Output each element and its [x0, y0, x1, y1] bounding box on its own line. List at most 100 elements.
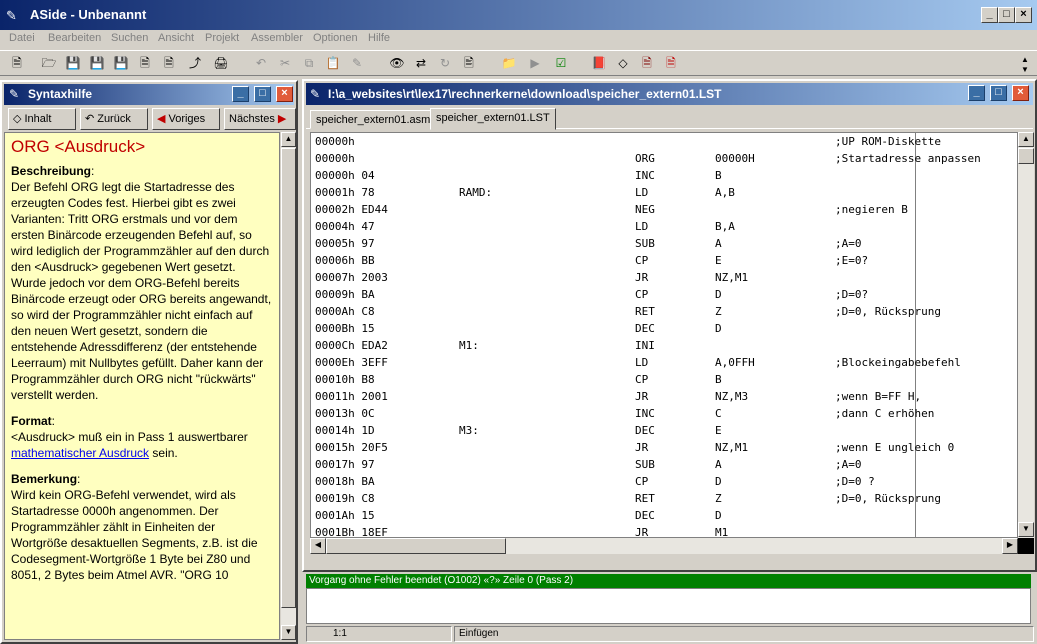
editor-scroll-up-icon[interactable]: ▲ — [1018, 132, 1034, 147]
menu-ansicht[interactable]: Ansicht — [158, 32, 194, 44]
code-line[interactable]: 00000h 04 INC B — [311, 167, 1017, 184]
code-line[interactable]: 0001Ah 15 DEC D — [311, 507, 1017, 524]
goto-icon[interactable]: 🖹 — [460, 54, 478, 72]
editor-minimize-button[interactable]: _ — [968, 85, 985, 101]
help-minimize-button[interactable]: _ — [232, 86, 249, 102]
editor-scroll-thumb[interactable] — [1018, 148, 1034, 164]
editor-vertical-scrollbar[interactable]: ▲ ▼ — [1018, 132, 1034, 538]
print-icon[interactable]: 🖨 — [212, 54, 230, 72]
assemble-icon[interactable]: 📁 — [500, 54, 518, 72]
math-expression-link[interactable]: mathematischer Ausdruck — [11, 446, 149, 460]
export-icon[interactable]: ⤴ — [186, 54, 204, 72]
undo-icon[interactable]: ↶ — [252, 54, 270, 72]
help-topic-icon[interactable]: 🗎 — [638, 54, 656, 72]
output-area[interactable] — [306, 588, 1031, 624]
editor-scroll-right-icon[interactable]: ▶ — [1002, 538, 1018, 554]
voriges-button[interactable]: ◀ Voriges — [152, 108, 220, 130]
inhalt-label: Inhalt — [24, 113, 52, 125]
line-operand: NZ,M3 — [715, 390, 749, 403]
bemerkung-label: Bemerkung — [11, 472, 78, 486]
editor-maximize-button[interactable]: □ — [990, 85, 1007, 101]
editor-hscroll-thumb[interactable] — [326, 538, 506, 554]
code-line[interactable]: 00019h C8 RET Z ;D=0, Rücksprung — [311, 490, 1017, 507]
output-message: Vorgang ohne Fehler beendet (O1002) «?» … — [306, 574, 1031, 588]
editor-scroll-down-icon[interactable]: ▼ — [1018, 522, 1034, 537]
paste-icon[interactable]: 📋 — [324, 54, 342, 72]
status-bar: 1:1 Einfügen — [306, 624, 1037, 644]
code-line[interactable]: 00011h 2001 JR NZ,M3 ;wenn B=FF H, — [311, 388, 1017, 405]
help-maximize-button[interactable]: □ — [254, 86, 271, 102]
tab-asm[interactable]: speicher_extern01.asm — [310, 110, 437, 129]
code-line[interactable]: 0000Bh 15 DEC D — [311, 320, 1017, 337]
code-editor[interactable]: 00000h ;UP ROM-Diskette 00000h ORG 00000H ;St… — [310, 132, 1018, 538]
menu-datei[interactable]: Datei — [9, 32, 35, 44]
code-line[interactable]: 00017h 97 SUB A ;A=0 — [311, 456, 1017, 473]
code-line[interactable]: 00007h 2003 JR NZ,M1 — [311, 269, 1017, 286]
close-file-icon[interactable]: 🗎 — [136, 54, 154, 72]
find-next-icon[interactable]: ↻ — [436, 54, 454, 72]
code-line[interactable]: 00015h 20F5 JR NZ,M1 ;wenn E ungleich 0 — [311, 439, 1017, 456]
maximize-button[interactable]: □ — [998, 7, 1015, 23]
help-close-button[interactable]: × — [276, 86, 293, 102]
open-file-icon[interactable]: 🗁 — [40, 54, 58, 72]
close-all-icon[interactable]: 🗎 — [160, 54, 178, 72]
find-icon[interactable]: 👁 — [388, 54, 406, 72]
scroll-down-icon[interactable]: ▼ — [281, 625, 296, 640]
editor-horizontal-scrollbar[interactable]: ◀ ▶ — [310, 538, 1018, 554]
code-line[interactable]: 00005h 97 SUB A ;A=0 — [311, 235, 1017, 252]
code-line[interactable]: 00002h ED44 NEG ;negieren B — [311, 201, 1017, 218]
menu-projekt[interactable]: Projekt — [205, 32, 239, 44]
replace-icon[interactable]: ⇄ — [412, 54, 430, 72]
close-button[interactable]: × — [1015, 7, 1032, 23]
tab-lst[interactable]: speicher_extern01.LST — [430, 108, 556, 130]
menu-optionen[interactable]: Optionen — [313, 32, 358, 44]
zurueck-button[interactable]: ↶ Zurück — [80, 108, 148, 130]
edit-icon[interactable]: ✎ — [348, 54, 366, 72]
scroll-up-icon[interactable]: ▲ — [281, 132, 296, 147]
code-line[interactable]: 00018h BA CP D ;D=0 ? — [311, 473, 1017, 490]
code-line[interactable]: 00014h 1D M3: DEC E — [311, 422, 1017, 439]
code-line[interactable]: 00013h 0C INC C ;dann C erhöhen — [311, 405, 1017, 422]
beschreibung-text: Der Befehl ORG legt die Startadresse des… — [11, 180, 272, 402]
cursor-position: 1:1 — [306, 626, 452, 642]
code-line[interactable]: 0000Ah C8 RET Z ;D=0, Rücksprung — [311, 303, 1017, 320]
editor-scroll-left-icon[interactable]: ◀ — [310, 538, 326, 554]
save-all-icon[interactable]: 💾 — [88, 54, 106, 72]
save-as-icon[interactable]: 💾 — [112, 54, 130, 72]
code-line[interactable]: 00000h ;UP ROM-Diskette — [311, 133, 1017, 150]
help-icon[interactable]: ◇ — [614, 54, 632, 72]
code-line[interactable]: 00006h BB CP E ;E=0? — [311, 252, 1017, 269]
help-scroll-thumb[interactable] — [281, 148, 296, 608]
code-line[interactable]: 0000Ch EDA2 M1: INI — [311, 337, 1017, 354]
editor-close-button[interactable]: × — [1012, 85, 1029, 101]
cut-icon[interactable]: ✂ — [276, 54, 294, 72]
book-icon[interactable]: 📕 — [590, 54, 608, 72]
naechstes-button[interactable]: Nächstes ▶ — [224, 108, 296, 130]
syntax-help-title: Syntaxhilfe — [28, 87, 93, 101]
run-icon[interactable]: ▶ — [526, 54, 544, 72]
menu-assembler[interactable]: Assembler — [251, 32, 303, 44]
check-icon[interactable]: ☑ — [552, 54, 570, 72]
code-line[interactable]: 00009h BA CP D ;D=0? — [311, 286, 1017, 303]
menu-hilfe[interactable]: Hilfe — [368, 32, 390, 44]
code-line[interactable]: 00000h ORG 00000H ;Startadresse anpassen — [311, 150, 1017, 167]
line-mnemonic: LD — [635, 356, 649, 369]
minimize-button[interactable]: _ — [981, 7, 998, 23]
new-file-icon[interactable]: 🗎 — [8, 54, 26, 72]
line-mnemonic: LD — [635, 186, 649, 199]
code-line[interactable]: 0001Bh 18EF JR M1 — [311, 524, 1017, 537]
code-line[interactable]: 0000Eh 3EFF LD A,0FFH ;Blockeingabebefehl — [311, 354, 1017, 371]
help-scrollbar[interactable]: ▲ ▼ — [281, 132, 296, 640]
menu-bearbeiten[interactable]: Bearbeiten — [48, 32, 101, 44]
code-line[interactable]: 00001h 78 RAMD: LD A,B — [311, 184, 1017, 201]
menu-suchen[interactable]: Suchen — [111, 32, 148, 44]
save-icon[interactable]: 💾 — [64, 54, 82, 72]
help-index-icon[interactable]: 🗎 — [662, 54, 680, 72]
inhalt-button[interactable]: ◇ Inhalt — [8, 108, 76, 130]
line-operand: B — [715, 169, 722, 182]
copy-icon[interactable]: ⧉ — [300, 54, 318, 72]
line-address: 00009h BA — [315, 288, 375, 301]
code-line[interactable]: 00010h B8 CP B — [311, 371, 1017, 388]
code-line[interactable]: 00004h 47 LD B,A — [311, 218, 1017, 235]
toolbar-scroll-down-icon[interactable]: ▼ — [1016, 61, 1034, 79]
